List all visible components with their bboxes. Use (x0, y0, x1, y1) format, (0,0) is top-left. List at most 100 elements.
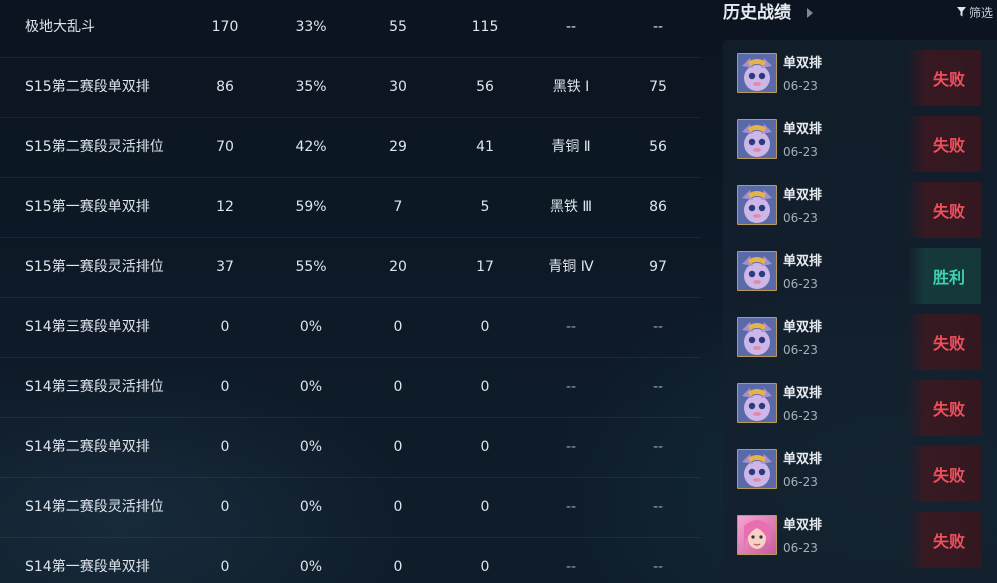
losses-count: 41 (476, 139, 494, 155)
league-points: 97 (649, 259, 667, 275)
losses-count: 17 (476, 259, 494, 275)
table-row[interactable]: S15第一赛段灵活排位 37 55% 20 17 青铜 Ⅳ 97 (0, 238, 701, 298)
filter-icon (956, 7, 966, 17)
table-row[interactable]: S14第三赛段单双排 0 0% 0 0 -- -- (0, 298, 701, 358)
yuumi-icon (737, 185, 777, 225)
queue-name: S14第二赛段单双排 (25, 439, 150, 455)
table-row[interactable]: S15第一赛段单双排 12 59% 7 5 黑铁 Ⅲ 86 (0, 178, 701, 238)
losses-count: 56 (476, 79, 494, 95)
match-result: 失败 (932, 466, 965, 485)
win-rate: 0% (299, 559, 323, 575)
match-result: 失败 (932, 532, 965, 551)
table-row[interactable]: S14第三赛段灵活排位 0 0% 0 0 -- -- (0, 358, 701, 418)
league-points: 75 (649, 79, 667, 95)
match-result-badge: 失败 (907, 50, 981, 106)
win-rate: 59% (295, 199, 327, 215)
league-points: 56 (649, 139, 667, 155)
league-points: 86 (649, 199, 667, 215)
league-points: -- (652, 319, 664, 335)
league-points: -- (652, 439, 664, 455)
rank-tier: -- (565, 439, 577, 455)
win-rate: 0% (299, 439, 323, 455)
games-count: 0 (220, 379, 230, 395)
yuumi-icon (737, 251, 777, 291)
losses-count: 0 (480, 379, 490, 395)
wins-count: 7 (393, 199, 403, 215)
yuumi-icon (737, 119, 777, 159)
losses-count: 0 (480, 559, 490, 575)
match-result: 失败 (932, 136, 965, 155)
rank-tier: 青铜 Ⅳ (548, 259, 594, 275)
wins-count: 0 (393, 379, 403, 395)
wins-count: 30 (389, 79, 407, 95)
wins-count: 0 (393, 319, 403, 335)
match-queue: 单双排 (783, 320, 823, 335)
table-row[interactable]: S15第二赛段单双排 86 35% 30 56 黑铁 Ⅰ 75 (0, 58, 701, 118)
match-date: 06-23 (783, 145, 818, 159)
rank-tier: -- (565, 19, 577, 35)
league-points: -- (652, 499, 664, 515)
table-row[interactable]: 极地大乱斗 170 33% 55 115 -- -- (0, 0, 701, 58)
wins-count: 20 (389, 259, 407, 275)
losses-count: 0 (480, 319, 490, 335)
match-item[interactable]: 单双排 06-23 失败 (723, 106, 997, 172)
wins-count: 55 (389, 19, 407, 35)
match-item[interactable]: 单双排 06-23 失败 (723, 172, 997, 238)
queue-name: S15第一赛段单双排 (25, 199, 150, 215)
match-item[interactable]: 单双排 06-23 失败 (723, 370, 997, 436)
rank-tier: -- (565, 559, 577, 575)
match-date: 06-23 (783, 475, 818, 489)
yuumi-icon (737, 449, 777, 489)
rank-tier: 黑铁 Ⅰ (552, 79, 590, 95)
match-history-title[interactable]: 历史战绩 (723, 0, 791, 26)
match-item[interactable]: 单双排 06-23 失败 (723, 502, 997, 568)
seraphine-icon (737, 515, 777, 555)
rank-tier: 青铜 Ⅱ (551, 139, 591, 155)
games-count: 170 (211, 19, 239, 35)
chevron-right-icon[interactable] (807, 8, 813, 18)
match-item[interactable]: 单双排 06-23 失败 (723, 40, 997, 106)
match-date: 06-23 (783, 409, 818, 423)
match-queue: 单双排 (783, 254, 823, 269)
queue-name: S15第一赛段灵活排位 (25, 259, 164, 275)
win-rate: 35% (295, 79, 327, 95)
rank-tier: -- (565, 379, 577, 395)
win-rate: 55% (295, 259, 327, 275)
filter-button[interactable]: 筛选 (956, 3, 993, 21)
league-points: -- (652, 379, 664, 395)
ranked-stats-table: 极地大乱斗 170 33% 55 115 -- -- S15第二赛段单双排 86… (0, 0, 701, 583)
queue-name: S14第三赛段单双排 (25, 319, 150, 335)
losses-count: 0 (480, 499, 490, 515)
match-result-badge: 失败 (907, 116, 981, 172)
match-item[interactable]: 单双排 06-23 胜利 (723, 238, 997, 304)
losses-count: 115 (471, 19, 499, 35)
queue-name: 极地大乱斗 (25, 19, 95, 35)
match-result: 失败 (932, 70, 965, 89)
league-points: -- (652, 19, 664, 35)
wins-count: 29 (389, 139, 407, 155)
table-row[interactable]: S15第二赛段灵活排位 70 42% 29 41 青铜 Ⅱ 56 (0, 118, 701, 178)
rank-tier: -- (565, 319, 577, 335)
table-row[interactable]: S14第二赛段单双排 0 0% 0 0 -- -- (0, 418, 701, 478)
match-date: 06-23 (783, 277, 818, 291)
match-date: 06-23 (783, 343, 818, 357)
wins-count: 0 (393, 499, 403, 515)
match-date: 06-23 (783, 79, 818, 93)
table-row[interactable]: S14第二赛段灵活排位 0 0% 0 0 -- -- (0, 478, 701, 538)
match-result-badge: 胜利 (907, 248, 981, 304)
queue-name: S14第一赛段单双排 (25, 559, 150, 575)
match-date: 06-23 (783, 211, 818, 225)
yuumi-icon (737, 53, 777, 93)
games-count: 86 (216, 79, 234, 95)
queue-name: S15第二赛段灵活排位 (25, 139, 164, 155)
wins-count: 0 (393, 559, 403, 575)
games-count: 0 (220, 499, 230, 515)
match-history-header: 历史战绩 筛选 (723, 0, 997, 30)
queue-name: S14第三赛段灵活排位 (25, 379, 164, 395)
games-count: 70 (216, 139, 234, 155)
match-item[interactable]: 单双排 06-23 失败 (723, 436, 997, 502)
match-result: 失败 (932, 334, 965, 353)
table-row[interactable]: S14第一赛段单双排 0 0% 0 0 -- -- (0, 538, 701, 583)
win-rate: 0% (299, 379, 323, 395)
match-item[interactable]: 单双排 06-23 失败 (723, 304, 997, 370)
